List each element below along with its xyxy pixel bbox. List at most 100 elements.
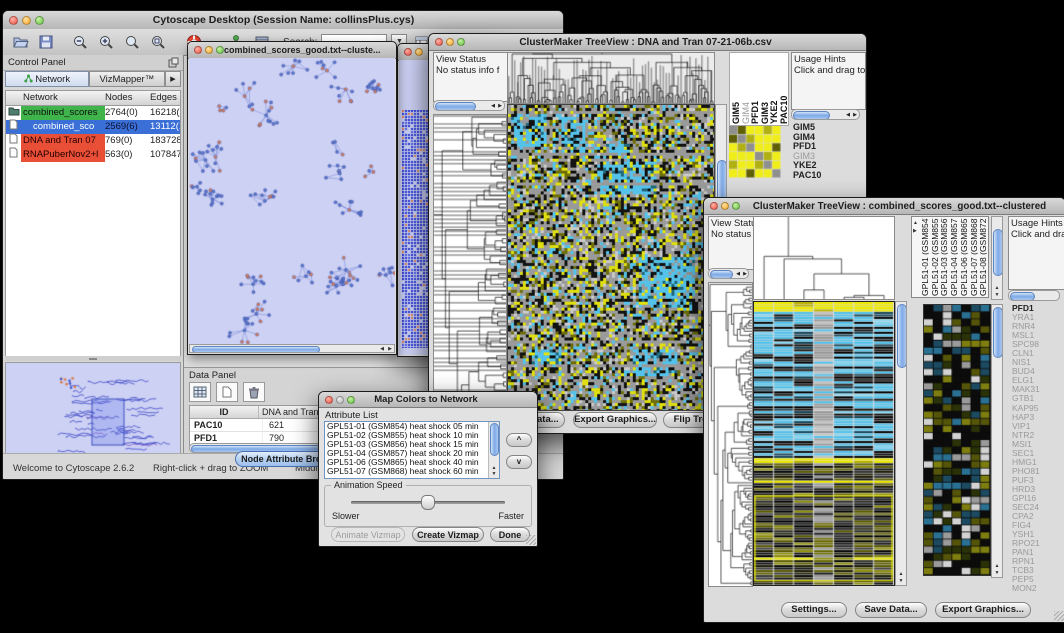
column-label[interactable]: GPL51-06 (GSM865) [959,218,968,296]
gene-label[interactable]: PHO81 [1012,467,1064,476]
close-button[interactable] [194,46,202,54]
network-graph-canvas[interactable] [189,58,395,344]
attribute-list-item[interactable]: GPL51-04 (GSM857) heat shock 20 min [327,449,499,458]
gene-label[interactable]: RNR4 [1012,322,1064,331]
tv1-usage-hscrollbar[interactable]: ◀ ▶ [791,109,860,120]
scroll-thumb[interactable] [490,423,499,456]
column-label[interactable]: PAC10 [779,58,788,124]
tv2-left-hscrollbar[interactable]: ◀ ▶ [708,268,749,279]
scroll-thumb[interactable] [710,270,733,279]
scroll-thumb[interactable] [993,307,1003,358]
column-label[interactable]: GPL51-08 (GSM872) [978,218,987,296]
minimize-button[interactable] [415,48,423,56]
attribute-list-vscrollbar[interactable]: ▲ ▼ [488,422,499,478]
resize-grip[interactable] [526,535,536,545]
column-label[interactable]: YKE2 [769,58,778,124]
tv1-column-dendrogram[interactable] [507,52,715,104]
map-dialog-titlebar[interactable]: Map Colors to Network [319,392,537,408]
zoom-out-button[interactable] [69,31,91,53]
tab-network[interactable]: Network [5,71,89,87]
scroll-left-icon[interactable]: ◀ [380,346,384,352]
network-list-header[interactable]: Network Nodes Edges [6,91,180,106]
gene-label[interactable]: PEP5 [1012,575,1064,584]
tv1-export-graphics-button[interactable]: Export Graphics... [573,412,657,428]
tab-overflow-button[interactable]: ▶ [165,71,181,87]
gene-label[interactable]: GTB1 [1012,394,1064,403]
animate-vizmap-button[interactable]: Animate Vizmap [331,527,405,542]
column-label[interactable]: GPL51-03 (GSM856) [939,218,948,296]
scroll-left-icon[interactable]: ◀ [491,103,495,109]
zoom-fit-button[interactable] [147,31,169,53]
network-row[interactable]: combined_sco 2569(6) 13112(15) [6,120,180,134]
gene-label[interactable]: SPC98 [1012,340,1064,349]
gene-label[interactable]: HRD3 [1012,485,1064,494]
gene-label[interactable]: RPN1 [1012,557,1064,566]
gene-label[interactable]: NTR2 [1012,431,1064,440]
gene-label[interactable]: MAK31 [1012,385,1064,394]
gene-label[interactable]: YKE2 [793,161,859,171]
gene-label[interactable]: GIM4 [793,133,859,143]
main-titlebar[interactable]: Cytoscape Desktop (Session Name: collins… [3,11,563,30]
tv2-labels-vscrollbar[interactable]: ▲ ▼ [991,216,1003,300]
gene-label[interactable]: KAP95 [1012,404,1064,413]
column-label[interactable]: GPL51-01 (GSM854) [920,218,929,296]
gene-label[interactable]: YRA1 [1012,313,1064,322]
column-label[interactable]: GIM3 [760,58,769,124]
panel-splitter[interactable] [5,356,181,361]
column-label[interactable]: GIM5 [731,58,740,124]
column-label[interactable]: GPL51-04 (GSM857) [949,218,958,296]
select-attributes-button[interactable] [189,382,211,402]
scroll-thumb[interactable] [192,346,320,353]
gene-label[interactable]: ELG1 [1012,376,1064,385]
delete-attribute-button[interactable] [243,382,265,402]
gene-label[interactable]: GPI16 [1012,494,1064,503]
gene-label[interactable]: FIG4 [1012,521,1064,530]
new-attribute-button[interactable] [216,382,238,402]
scroll-right-icon[interactable]: ▶ [743,271,747,277]
zoom-button[interactable] [347,396,355,404]
gene-label[interactable]: PUF3 [1012,476,1064,485]
network-view-titlebar[interactable]: combined_scores_good.txt--cluste... [188,42,396,59]
minimize-button[interactable] [446,38,454,46]
minimize-button[interactable] [22,16,31,25]
scroll-thumb[interactable] [993,229,1003,276]
tv2-column-dendrogram[interactable] [753,216,895,300]
scroll-down-icon[interactable]: ▼ [896,579,906,584]
gene-label[interactable]: TCB3 [1012,566,1064,575]
gene-label[interactable]: VIP1 [1012,422,1064,431]
zoom-button[interactable] [732,202,740,210]
treeview1-titlebar[interactable]: ClusterMaker TreeView : DNA and Tran 07-… [429,34,866,51]
gene-label[interactable]: GIM5 [793,123,859,133]
scroll-right-icon[interactable]: ▶ [853,112,857,118]
close-button[interactable] [9,16,18,25]
gene-label[interactable]: SEC1 [1012,449,1064,458]
move-up-button[interactable]: ^ [506,433,532,447]
tv2-overview-vscrollbar[interactable]: ▲ ▼ [991,304,1003,578]
tv1-left-hscrollbar[interactable]: ◀ ▶ [433,100,505,111]
column-label[interactable]: PFD1 [750,58,759,124]
labels-up-icon[interactable]: ▲ [913,220,918,226]
scroll-down-icon[interactable]: ▼ [489,472,499,477]
attribute-list-item[interactable]: GPL51-03 (GSM856) heat shock 15 min [327,440,499,449]
scroll-thumb[interactable] [435,102,476,111]
zoom-button[interactable] [35,16,44,25]
scroll-thumb[interactable] [897,304,907,368]
speed-slider-thumb[interactable] [421,495,435,510]
move-down-button[interactable]: v [506,455,532,469]
attribute-list-item[interactable]: GPL51-07 (GSM868) heat shock 60 min [327,467,499,476]
labels-right-icon[interactable]: ▶ [913,228,917,234]
attribute-list-item[interactable]: GPL51-06 (GSM865) heat shock 40 min [327,458,499,467]
scroll-right-icon[interactable]: ▶ [498,103,502,109]
scroll-right-icon[interactable]: ▶ [388,346,392,352]
gene-label[interactable]: NIS1 [1012,358,1064,367]
tv2-heatmap[interactable] [753,301,895,586]
column-label[interactable]: GPL51-02 (GSM855) [930,218,939,296]
tv2-export-graphics-button[interactable]: Export Graphics... [935,602,1031,618]
gene-label[interactable]: GIM3 [793,152,859,162]
network-hscrollbar[interactable]: ◀ ▶ [189,344,395,353]
scroll-up-icon[interactable]: ▲ [992,564,1002,569]
zoom-selected-button[interactable] [121,31,143,53]
attribute-list-item[interactable]: GPL51-01 (GSM854) heat shock 05 min [327,422,499,431]
scroll-down-icon[interactable]: ▼ [992,293,1002,298]
gene-label[interactable]: MSI1 [1012,440,1064,449]
